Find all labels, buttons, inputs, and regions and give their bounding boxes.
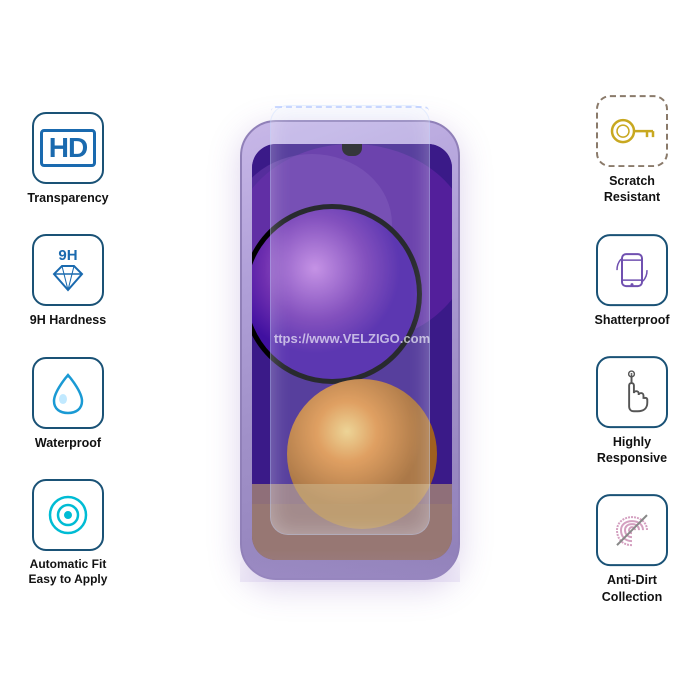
diamond-icon: 9H [49,248,87,293]
glass-protector [270,105,430,535]
hd-icon: HD [40,129,96,167]
feature-responsive: HighlyResponsive [596,356,668,467]
circle-target-icon [44,491,92,539]
main-container: HD Transparency 9H 9H H [0,0,700,700]
anti-dirt-icon-box [596,494,668,566]
feature-auto-fit: Automatic FitEasy to Apply [29,479,108,588]
feature-hd-transparency: HD Transparency [27,112,108,206]
waterdrop-icon [50,371,86,415]
center-area: ttps://www.VELZIGO.com [240,120,460,580]
feature-anti-dirt: Anti-DirtCollection [596,494,668,605]
hd-label: Transparency [27,190,108,206]
9h-label: 9H Hardness [30,312,106,328]
9h-icon-box: 9H [32,234,104,306]
waterproof-label: Waterproof [35,435,101,451]
diamond-svg [49,263,87,293]
fingerprint-icon [611,509,653,551]
features-right: ScratchResistant Shatterproof [572,95,692,605]
shatterproof-icon-box [596,234,668,306]
scratch-label: ScratchResistant [604,173,660,206]
phone-wrapper: ttps://www.VELZIGO.com [240,120,460,580]
responsive-label: HighlyResponsive [597,434,667,467]
feature-scratch: ScratchResistant [596,95,668,206]
key-icon [607,113,657,149]
phone-rotate-icon [611,249,653,291]
auto-fit-label: Automatic FitEasy to Apply [29,557,108,588]
features-left: HD Transparency 9H 9H H [8,112,128,588]
hand-touch-icon [609,370,655,414]
hd-icon-box: HD [32,112,104,184]
feature-waterproof: Waterproof [32,357,104,451]
auto-fit-icon-box [32,479,104,551]
phone-reflection [240,550,460,582]
9h-text: 9H [58,248,77,263]
waterproof-icon-box [32,357,104,429]
feature-shatterproof: Shatterproof [595,234,670,328]
feature-9h-hardness: 9H 9H Hardness [30,234,106,328]
responsive-icon-box [596,356,668,428]
anti-dirt-label: Anti-DirtCollection [602,572,662,605]
shatterproof-label: Shatterproof [595,312,670,328]
scratch-icon-box [596,95,668,167]
